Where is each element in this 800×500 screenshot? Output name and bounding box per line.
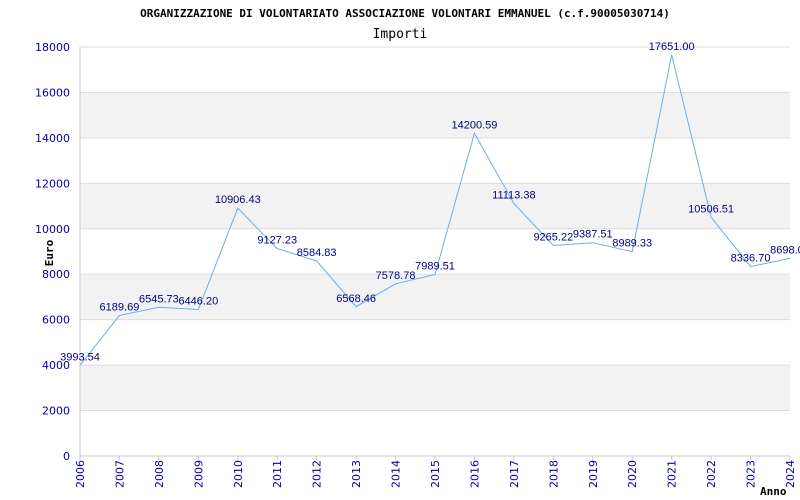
data-label: 10906.43	[215, 194, 261, 206]
data-label: 6189.69	[100, 301, 140, 313]
line-chart: ORGANIZZAZIONE DI VOLONTARIATO ASSOCIAZI…	[35, 7, 800, 498]
x-tick-label: 2021	[666, 460, 679, 488]
chart-subtitle: Importi	[373, 27, 428, 42]
y-tick-label: 16000	[35, 86, 70, 99]
data-label: 10506.51	[688, 203, 734, 215]
x-tick-label: 2017	[508, 460, 521, 488]
x-tick-label: 2009	[192, 460, 205, 488]
y-tick-label: 14000	[35, 132, 70, 145]
data-label: 3993.54	[60, 351, 100, 363]
y-tick-label: 18000	[35, 41, 70, 54]
x-tick-label: 2007	[113, 460, 126, 488]
x-tick-label: 2018	[547, 460, 560, 488]
data-label: 8584.83	[297, 247, 337, 259]
x-tick-label: 2010	[232, 460, 245, 488]
data-label: 17651.00	[649, 41, 695, 53]
x-tick-label: 2014	[390, 460, 403, 488]
data-label: 7578.78	[376, 270, 416, 282]
x-tick-label: 2016	[468, 460, 481, 488]
chart-title: ORGANIZZAZIONE DI VOLONTARIATO ASSOCIAZI…	[140, 7, 670, 20]
data-label: 9265.22	[533, 231, 573, 243]
x-tick-label: 2006	[74, 460, 87, 488]
data-label: 8989.33	[612, 238, 652, 250]
x-tick-labels: 2006 2007 2008 2009 2010 2011 2012 2013 2014 2015…	[74, 460, 797, 488]
x-tick-label: 2024	[784, 460, 797, 488]
y-tick-label: 10000	[35, 223, 70, 236]
data-label: 8698.00	[770, 244, 800, 256]
grid-band	[80, 92, 790, 138]
y-tick-label: 12000	[35, 177, 70, 190]
x-tick-label: 2012	[311, 460, 324, 488]
x-tick-label: 2020	[626, 460, 639, 488]
data-label: 6545.73	[139, 293, 179, 305]
y-axis-label: Euro	[43, 239, 56, 266]
data-label: 9127.23	[257, 235, 297, 247]
y-tick-label: 0	[63, 450, 70, 463]
grid-band	[80, 183, 790, 229]
data-label: 11113.38	[492, 189, 535, 201]
x-tick-label: 2008	[153, 460, 166, 488]
x-tick-label: 2011	[271, 460, 284, 488]
x-tick-label: 2022	[705, 460, 718, 488]
grid-band	[80, 365, 790, 411]
x-tick-label: 2015	[429, 460, 442, 488]
x-tick-label: 2023	[745, 460, 758, 488]
data-label: 7989.51	[415, 260, 455, 272]
x-tick-label: 2019	[587, 460, 600, 488]
x-axis-label: Anno	[760, 485, 787, 498]
y-tick-label: 2000	[42, 405, 70, 418]
grid-bands	[80, 92, 790, 411]
data-label: 9387.51	[573, 229, 613, 241]
x-tick-label: 2013	[350, 460, 363, 488]
y-tick-label: 8000	[42, 268, 70, 281]
data-label: 14200.59	[451, 119, 497, 131]
y-tick-label: 6000	[42, 314, 70, 327]
data-label: 6568.46	[336, 293, 376, 305]
data-label: 6446.20	[178, 296, 218, 308]
data-label: 8336.70	[731, 253, 771, 265]
